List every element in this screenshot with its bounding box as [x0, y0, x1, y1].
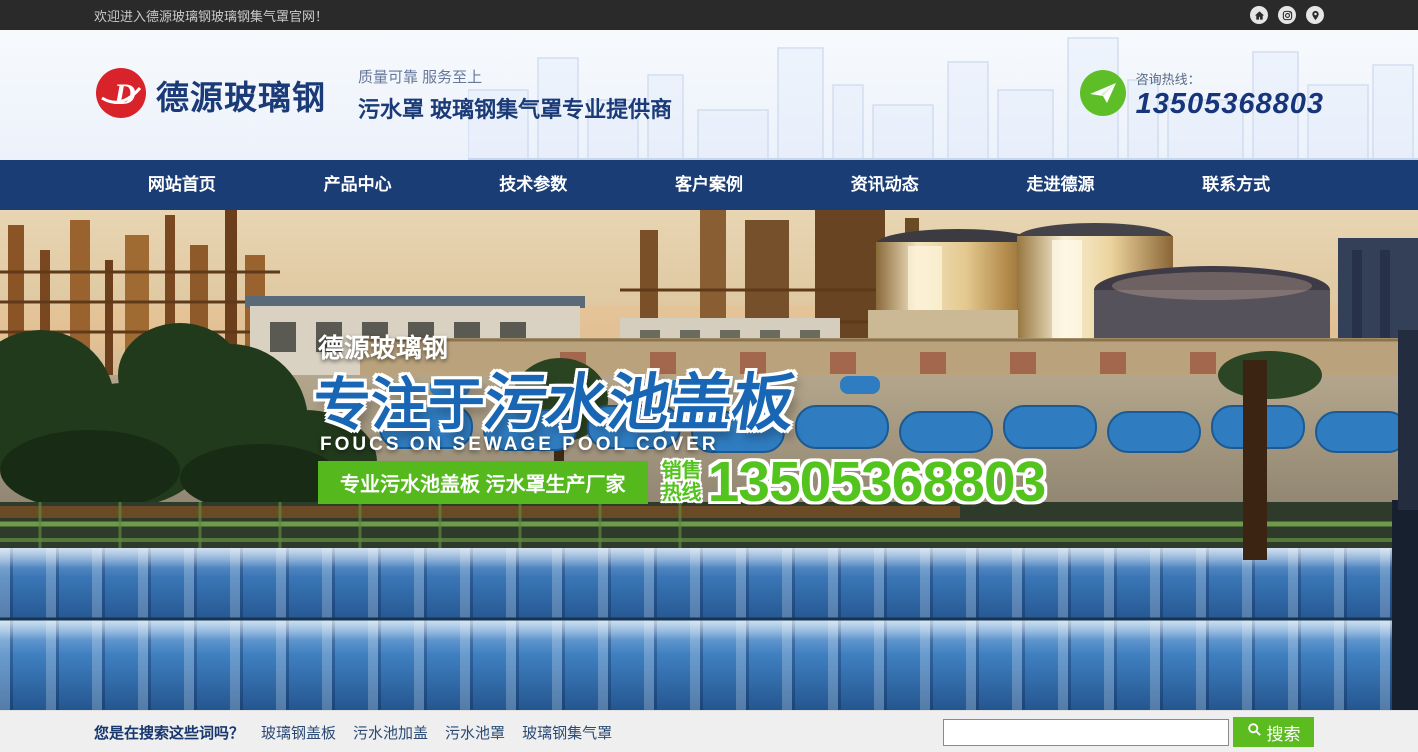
nav-item-cases[interactable]: 客户案例: [621, 160, 797, 210]
site-header: D 德源玻璃钢 质量可靠 服务至上 污水罩 玻璃钢集气罩专业提供商 咨询热线： …: [0, 30, 1418, 160]
sales-hotline-number: 13505368803: [708, 449, 1046, 515]
nav-item-news[interactable]: 资讯动态: [797, 160, 973, 210]
search-button[interactable]: 搜索: [1233, 717, 1314, 747]
logo[interactable]: D 德源玻璃钢: [94, 66, 326, 125]
paper-plane-icon: [1080, 70, 1126, 121]
search-bar: 您是在搜索这些词吗？ 玻璃钢盖板 污水池加盖 污水池罩 玻璃钢集气罩 搜索: [0, 710, 1418, 752]
hero-sales-hotline: 销售 热线 13505368803: [662, 449, 1046, 515]
hero-headline: 专注于污水池盖板: [314, 352, 795, 442]
instagram-icon[interactable]: [1278, 6, 1296, 24]
hero-banner: 德源玻璃钢 专注于污水池盖板 FOUCS ON SEWAGE POOL COVE…: [0, 210, 1418, 710]
logo-mark-icon: D: [94, 66, 148, 125]
sales-label-line2: 热线: [662, 482, 702, 504]
topbar: 欢迎进入德源玻璃钢玻璃钢集气罩官网！: [0, 0, 1418, 30]
hero-headline-prefix: 专注于: [314, 373, 485, 437]
magnifier-icon: [1247, 722, 1262, 742]
hotline-number: 13505368803: [1136, 88, 1324, 121]
keyword-link-1[interactable]: 玻璃钢盖板: [261, 722, 336, 743]
sales-label-line1: 销售: [662, 460, 702, 482]
hero-headline-main: 污水池盖板: [479, 352, 802, 442]
home-icon[interactable]: [1250, 6, 1268, 24]
search-button-label: 搜索: [1267, 720, 1301, 745]
slogan-small: 质量可靠 服务至上: [358, 66, 672, 87]
header-hotline: 咨询热线： 13505368803: [1080, 69, 1324, 121]
search-input[interactable]: [943, 719, 1229, 746]
nav-item-about[interactable]: 走进德源: [973, 160, 1149, 210]
nav-item-contact[interactable]: 联系方式: [1148, 160, 1324, 210]
nav-item-specs[interactable]: 技术参数: [445, 160, 621, 210]
keyword-link-2[interactable]: 污水池加盖: [353, 722, 428, 743]
welcome-text: 欢迎进入德源玻璃钢玻璃钢集气罩官网！: [94, 6, 328, 25]
main-nav: 网站首页 产品中心 技术参数 客户案例 资讯动态 走进德源 联系方式: [0, 160, 1418, 210]
keyword-link-4[interactable]: 玻璃钢集气罩: [522, 722, 612, 743]
hero-tagline-badge[interactable]: 专业污水池盖板 污水罩生产厂家: [318, 461, 648, 504]
slogan-main: 污水罩 玻璃钢集气罩专业提供商: [358, 92, 672, 124]
sales-hotline-label: 销售 热线: [662, 460, 702, 504]
nav-item-products[interactable]: 产品中心: [270, 160, 446, 210]
search-prompt: 您是在搜索这些词吗？: [94, 722, 244, 743]
location-pin-icon[interactable]: [1306, 6, 1324, 24]
nav-item-home[interactable]: 网站首页: [94, 160, 270, 210]
header-slogan: 质量可靠 服务至上 污水罩 玻璃钢集气罩专业提供商: [358, 66, 672, 124]
topbar-social-icons: [1250, 6, 1324, 24]
keyword-link-3[interactable]: 污水池罩: [445, 722, 505, 743]
hotline-label: 咨询热线：: [1136, 69, 1324, 88]
logo-text: 德源玻璃钢: [156, 71, 326, 119]
